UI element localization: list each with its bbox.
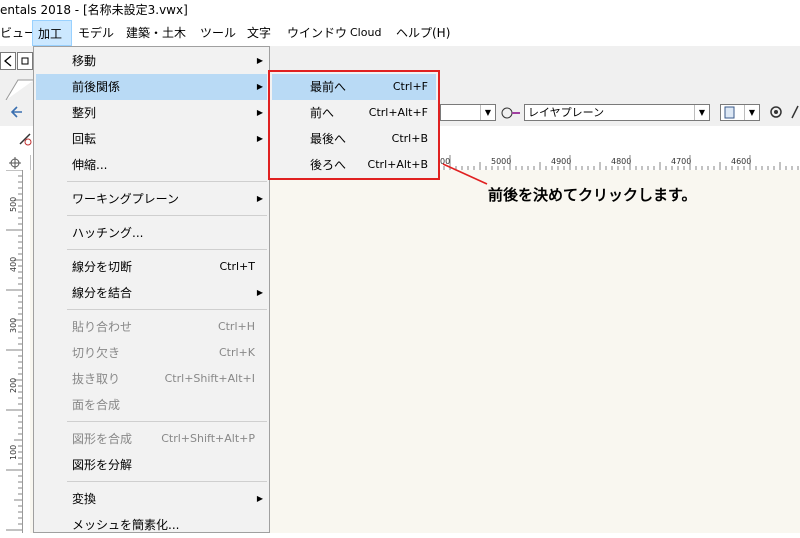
- menu-item-move[interactable]: 移動 ▶: [36, 48, 267, 74]
- menu-item-rotate[interactable]: 回転 ▶: [36, 126, 267, 152]
- page-dropdown[interactable]: ▼: [720, 104, 760, 121]
- menu-item-working-plane[interactable]: ワーキングプレーン ▶: [36, 186, 267, 212]
- view-icon[interactable]: [17, 52, 33, 70]
- menu-view[interactable]: ビュー: [0, 20, 36, 46]
- layer-plane-dropdown[interactable]: レイヤプレーン ▼: [524, 104, 710, 121]
- snap-icon[interactable]: [18, 132, 32, 149]
- menu-separator: [67, 421, 267, 422]
- chevron-down-icon: ▼: [480, 105, 495, 120]
- menu-text[interactable]: 文字: [247, 20, 271, 46]
- chevron-right-icon: ▶: [256, 134, 263, 143]
- chevron-down-icon: ▼: [694, 105, 709, 120]
- menu-item-group[interactable]: 図形を合成 Ctrl+Shift+Alt+P: [36, 426, 267, 452]
- annotation-callout: 前後を決めてクリックします。: [488, 186, 697, 204]
- arrow-left-icon[interactable]: [10, 103, 26, 124]
- menu-window[interactable]: ウインドウ: [287, 20, 347, 46]
- submenu-item-bring-to-front[interactable]: 最前へ Ctrl+F: [272, 74, 436, 100]
- ruler-corner: [6, 155, 30, 170]
- menu-separator: [67, 309, 267, 310]
- ruler-left: 500 400 300 200 100: [6, 170, 23, 533]
- menu-item-combine-surface[interactable]: 面を合成: [36, 392, 267, 418]
- chevron-right-icon: ▶: [256, 194, 263, 203]
- annotation-leader-line: [442, 163, 488, 185]
- view-dropdown[interactable]: ▼: [440, 104, 496, 121]
- back-icon[interactable]: [0, 52, 16, 70]
- menu-item-add-surface[interactable]: 貼り合わせ Ctrl+H: [36, 314, 267, 340]
- menu-item-hatching[interactable]: ハッチング...: [36, 220, 267, 246]
- chevron-right-icon: ▶: [256, 56, 263, 65]
- menu-modify[interactable]: 加工: [32, 20, 72, 46]
- menu-item-clip-surface[interactable]: 切り欠き Ctrl+K: [36, 340, 267, 366]
- menu-separator: [67, 215, 267, 216]
- menu-help[interactable]: ヘルプ(H): [396, 20, 450, 46]
- menu-item-ungroup[interactable]: 図形を分解: [36, 452, 267, 478]
- chevron-right-icon: ▶: [256, 108, 263, 117]
- ruler-left-ticks: [6, 170, 22, 531]
- menu-separator: [67, 481, 267, 482]
- menu-tools[interactable]: ツール: [200, 20, 236, 46]
- menu-item-arrange[interactable]: 前後関係 ▶: [36, 74, 267, 100]
- menu-item-split-line[interactable]: 線分を切断 Ctrl+T: [36, 254, 267, 280]
- window-title: entals 2018 - [名称未設定3.vwx]: [0, 0, 800, 20]
- tab-shape-icon: [5, 79, 34, 100]
- pen-icon[interactable]: [790, 104, 800, 123]
- modify-menu: 移動 ▶ 前後関係 ▶ 整列 ▶ 回転 ▶ 伸縮... ワーキングプレーン ▶ ハッチング…: [33, 46, 270, 533]
- menu-separator: [67, 249, 267, 250]
- chevron-right-icon: ▶: [256, 82, 263, 91]
- layer-plane-value: レイヤプレーン: [528, 106, 605, 119]
- chevron-right-icon: ▶: [256, 288, 263, 297]
- menu-item-align[interactable]: 整列 ▶: [36, 100, 267, 126]
- menu-item-simplify-mesh[interactable]: メッシュを簡素化...: [36, 512, 267, 538]
- page-icon: [724, 106, 735, 119]
- arrange-submenu: 最前へ Ctrl+F 前へ Ctrl+Alt+F 最後へ Ctrl+B 後ろへ Ctrl…: [268, 70, 440, 180]
- chevron-right-icon: ▶: [256, 494, 263, 503]
- menu-model[interactable]: モデル: [78, 20, 114, 46]
- chevron-down-icon: ▼: [744, 105, 759, 120]
- submenu-item-send-backward[interactable]: 後ろへ Ctrl+Alt+B: [272, 152, 436, 178]
- menu-cloud[interactable]: Cloud: [350, 20, 381, 46]
- submenu-item-bring-forward[interactable]: 前へ Ctrl+Alt+F: [272, 100, 436, 126]
- menu-item-scale[interactable]: 伸縮...: [36, 152, 267, 178]
- submenu-item-send-to-back[interactable]: 最後へ Ctrl+B: [272, 126, 436, 152]
- menu-item-convert[interactable]: 変換 ▶: [36, 486, 267, 512]
- menubar: ビュー 加工 モデル 建築・土木 ツール 文字 ウインドウ Cloud ヘルプ(…: [0, 20, 800, 46]
- menu-architecture[interactable]: 建築・土木: [126, 20, 186, 46]
- settings-icon[interactable]: [768, 104, 784, 123]
- menu-item-intersect-surface[interactable]: 抜き取り Ctrl+Shift+Alt+I: [36, 366, 267, 392]
- menu-separator: [67, 181, 267, 182]
- menu-item-join-lines[interactable]: 線分を結合 ▶: [36, 280, 267, 306]
- layer-icon[interactable]: [500, 104, 522, 125]
